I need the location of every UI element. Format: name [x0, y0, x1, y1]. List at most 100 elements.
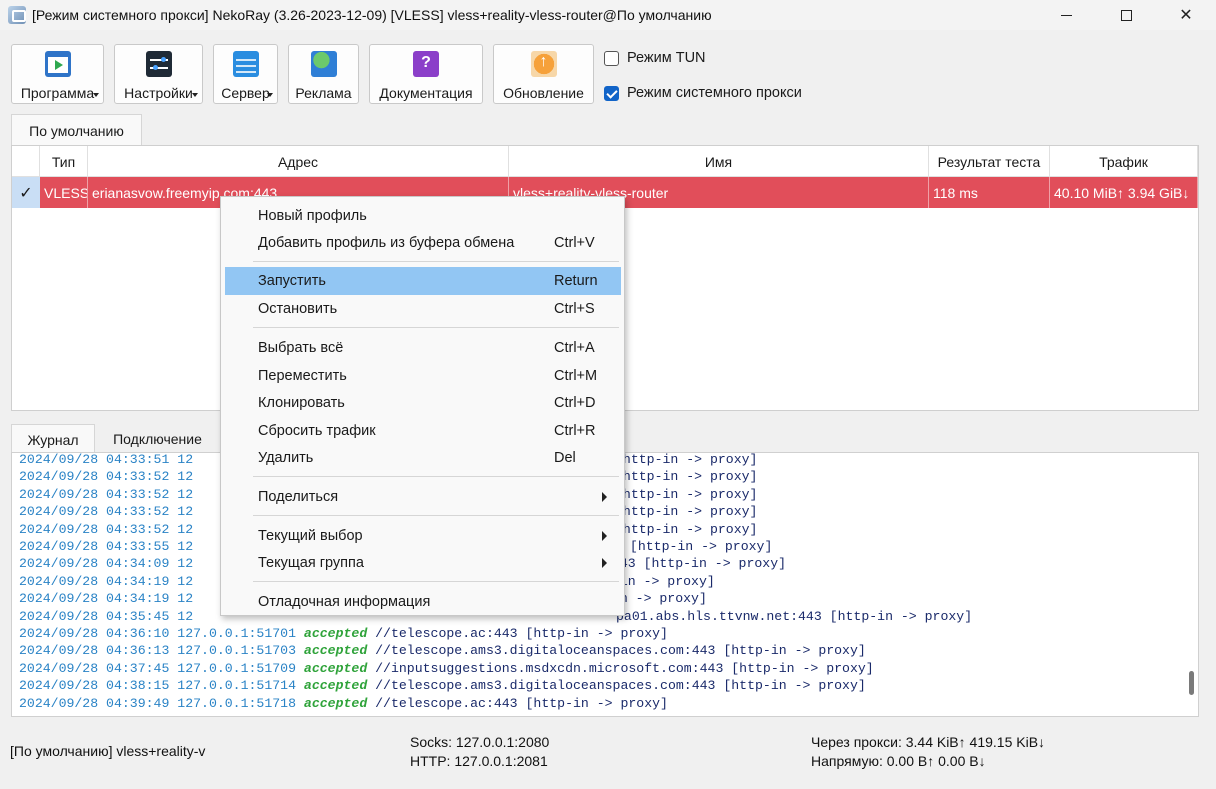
group-tab-label: По умолчанию	[29, 122, 124, 139]
docs-button[interactable]: Документация	[369, 44, 483, 104]
log-message: :443 [http-in -> proxy]	[604, 556, 787, 572]
log-source: 12	[169, 469, 194, 485]
maximize-button[interactable]	[1096, 0, 1156, 30]
menu-item-label: Выбрать всё	[258, 340, 344, 356]
menu-item-share[interactable]: Поделиться	[225, 483, 621, 511]
cell-type: VLESS	[40, 177, 88, 208]
log-timestamp: 2024/09/28 04:33:52	[19, 504, 170, 520]
menu-item-clone[interactable]: Клонировать Ctrl+D	[225, 389, 621, 417]
log-timestamp: 2024/09/28 04:36:10	[19, 626, 170, 642]
server-icon	[232, 51, 259, 77]
status-direct: Напрямую: 0.00 B↑ 0.00 B↓	[811, 753, 986, 769]
program-button[interactable]: Программа	[11, 44, 104, 104]
group-tab-default[interactable]: По умолчанию	[11, 114, 142, 146]
log-scrollbar[interactable]	[1189, 671, 1194, 695]
settings-button[interactable]: Настройки	[114, 44, 203, 104]
menu-item-label: Удалить	[258, 450, 314, 466]
status-current-profile: [По умолчанию] vless+reality-v	[10, 743, 206, 759]
system-proxy-checkbox[interactable]: Режим системного прокси	[604, 85, 802, 101]
log-status: accepted	[303, 626, 368, 642]
menu-item-current-group[interactable]: Текущая группа	[225, 549, 621, 577]
menu-item-stop[interactable]: Остановить Ctrl+S	[225, 295, 621, 323]
submenu-arrow-icon	[602, 558, 607, 568]
menu-item-add-from-clipboard[interactable]: Добавить профиль из буфера обмена Ctrl+V	[225, 229, 621, 257]
minimize-icon	[1060, 14, 1072, 16]
minimize-button[interactable]	[1036, 0, 1096, 30]
window-controls: ✕	[1036, 0, 1216, 30]
log-source: 12	[169, 608, 194, 624]
system-proxy-checkbox-box[interactable]	[604, 85, 619, 101]
menu-item-shortcut: Ctrl+M	[554, 368, 598, 384]
table-header: Тип Адрес Имя Результат теста Трафик	[12, 146, 1198, 177]
menu-separator	[253, 581, 619, 582]
cell-traffic: 40.10 MiB↑ 3.94 GiB↓	[1050, 177, 1198, 208]
tab-log[interactable]: Журнал	[11, 424, 95, 454]
log-source: 12	[169, 539, 194, 555]
menu-item-select-all[interactable]: Выбрать всё Ctrl+A	[225, 334, 621, 362]
title-bar[interactable]: [Режим системного прокси] NekoRay (3.26-…	[0, 0, 1216, 30]
program-label: Программа	[20, 85, 95, 101]
menu-item-delete[interactable]: Удалить Del	[225, 444, 621, 472]
header-test-result[interactable]: Результат теста	[929, 146, 1050, 177]
log-message: pa01.abs.hls.ttvnw.net:443 [http-in -> p…	[616, 608, 973, 624]
log-source: 12	[169, 573, 194, 589]
update-icon	[530, 51, 557, 77]
menu-separator	[253, 515, 619, 516]
menu-item-move[interactable]: Переместить Ctrl+M	[225, 362, 621, 390]
log-source: 127.0.0.1:51714	[169, 678, 304, 694]
tab-connections[interactable]: Подключение	[99, 424, 216, 454]
tab-log-label: Журнал	[27, 431, 79, 448]
header-traffic[interactable]: Трафик	[1050, 146, 1198, 177]
close-button[interactable]: ✕	[1156, 0, 1216, 30]
log-source: 12	[169, 591, 194, 607]
header-check-column	[12, 146, 40, 177]
log-timestamp: 2024/09/28 04:33:52	[19, 469, 170, 485]
header-type[interactable]: Тип	[40, 146, 88, 177]
log-source: 12	[169, 504, 194, 520]
settings-label: Настройки	[124, 85, 193, 101]
tun-mode-checkbox-box[interactable]	[604, 50, 619, 66]
log-timestamp: 2024/09/28 04:33:55	[19, 539, 170, 555]
update-button[interactable]: Обновление	[493, 44, 594, 104]
context-menu[interactable]: Новый профиль Добавить профиль из буфера…	[220, 196, 625, 616]
log-source: 127.0.0.1:51718	[169, 695, 304, 711]
menu-item-label: Новый профиль	[258, 208, 367, 224]
status-via-proxy: Через прокси: 3.44 KiB↑ 419.15 KiB↓	[811, 734, 1046, 750]
app-icon	[8, 6, 26, 24]
menu-item-label: Текущий выбор	[258, 528, 363, 544]
dropdown-arrow-icon	[267, 93, 273, 97]
log-line: 2024/09/28 04:39:49 127.0.0.1:51718 acce…	[19, 695, 874, 712]
log-timestamp: 2024/09/28 04:37:45	[19, 660, 170, 676]
log-message: [http-in -> proxy]	[615, 469, 758, 485]
log-source: 12	[169, 452, 194, 467]
server-button[interactable]: Сервер	[213, 44, 278, 104]
dropdown-arrow-icon	[93, 93, 99, 97]
log-source: 12	[169, 556, 194, 572]
menu-item-label: Добавить профиль из буфера обмена	[258, 235, 515, 251]
dropdown-arrow-icon	[192, 93, 198, 97]
status-http: HTTP: 127.0.0.1:2081	[410, 753, 548, 769]
menu-item-reset-traffic[interactable]: Сбросить трафик Ctrl+R	[225, 417, 621, 445]
log-source: 12	[169, 486, 194, 502]
ad-button[interactable]: Реклама	[288, 44, 359, 104]
help-icon	[413, 51, 439, 77]
submenu-arrow-icon	[602, 492, 607, 502]
header-name[interactable]: Имя	[509, 146, 929, 177]
log-timestamp: 2024/09/28 04:33:52	[19, 486, 170, 502]
tun-mode-checkbox[interactable]: Режим TUN	[604, 50, 706, 66]
log-timestamp: 2024/09/28 04:34:09	[19, 556, 170, 572]
log-timestamp: 2024/09/28 04:33:52	[19, 521, 170, 537]
log-message: [http-in -> proxy]	[622, 539, 773, 555]
system-proxy-label: Режим системного прокси	[627, 85, 802, 101]
globe-icon	[310, 51, 337, 77]
menu-item-current-selection[interactable]: Текущий выбор	[225, 522, 621, 550]
log-source: 12	[169, 521, 194, 537]
menu-item-new-profile[interactable]: Новый профиль	[225, 202, 621, 230]
menu-item-start[interactable]: Запустить Return	[225, 267, 621, 295]
menu-item-label: Остановить	[258, 301, 338, 317]
log-line: 2024/09/28 04:38:15 127.0.0.1:51714 acce…	[19, 677, 874, 694]
menu-item-debug-info[interactable]: Отладочная информация	[225, 588, 621, 616]
menu-item-label: Запустить	[258, 273, 326, 289]
log-timestamp: 2024/09/28 04:38:15	[19, 678, 170, 694]
header-address[interactable]: Адрес	[88, 146, 509, 177]
